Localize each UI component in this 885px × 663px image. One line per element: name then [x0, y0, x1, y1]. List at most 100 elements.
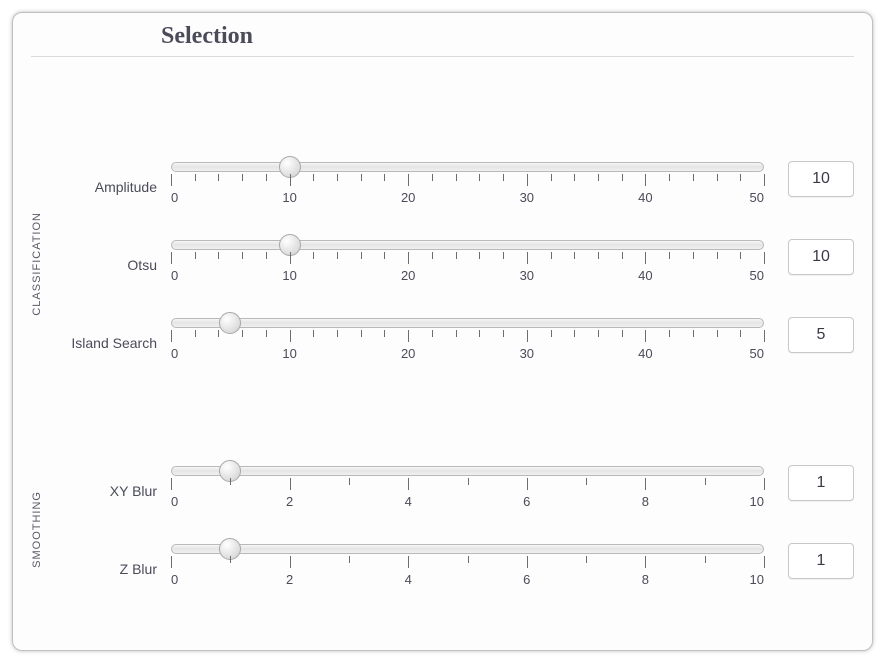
tick-minor	[622, 174, 623, 181]
tick-minor	[574, 252, 575, 259]
tick-minor	[669, 330, 670, 337]
tick-minor	[551, 252, 552, 259]
value-input-otsu[interactable]: 10	[788, 239, 854, 275]
tick-minor	[598, 252, 599, 259]
tick-minor	[266, 330, 267, 337]
slider-ticks: 0246810	[171, 556, 764, 572]
slider-label-otsu: Otsu	[61, 255, 171, 273]
tick-minor	[349, 556, 350, 563]
tick-minor	[242, 252, 243, 259]
tick-major	[645, 478, 646, 490]
tick-minor	[218, 252, 219, 259]
tick-major	[171, 330, 172, 342]
tick-major	[408, 478, 409, 490]
tick-label: 50	[750, 190, 764, 205]
tick-minor	[740, 330, 741, 337]
tick-major	[408, 330, 409, 342]
tick-minor	[503, 174, 504, 181]
slider-otsu[interactable]: 01020304050	[171, 234, 764, 294]
value-input-amplitude[interactable]: 10	[788, 161, 854, 197]
tick-minor	[456, 252, 457, 259]
tick-major	[527, 174, 528, 186]
tick-minor	[740, 174, 741, 181]
tick-label: 30	[520, 190, 534, 205]
tick-label: 40	[638, 346, 652, 361]
tick-minor	[266, 252, 267, 259]
tick-minor	[242, 330, 243, 337]
slider-track[interactable]	[171, 240, 764, 250]
slider-ticks: 01020304050	[171, 330, 764, 346]
tick-minor	[349, 478, 350, 485]
tick-minor	[313, 174, 314, 181]
tick-minor	[622, 330, 623, 337]
tick-major	[171, 174, 172, 186]
tick-major	[408, 556, 409, 568]
tick-minor	[669, 252, 670, 259]
tick-label: 8	[642, 572, 649, 587]
tick-minor	[740, 252, 741, 259]
slider-track[interactable]	[171, 544, 764, 554]
slider-z-blur[interactable]: 0246810	[171, 538, 764, 598]
tick-major	[290, 174, 291, 186]
selection-panel: Selection CLASSIFICATIONAmplitude0102030…	[12, 12, 873, 651]
slider-label-island-search: Island Search	[61, 333, 171, 351]
slider-track[interactable]	[171, 466, 764, 476]
tick-major	[527, 478, 528, 490]
tick-major	[645, 556, 646, 568]
tick-major	[290, 252, 291, 264]
tick-minor	[705, 556, 706, 563]
tick-minor	[622, 252, 623, 259]
tick-minor	[230, 556, 231, 563]
tick-minor	[432, 174, 433, 181]
tick-minor	[432, 330, 433, 337]
value-input-island-search[interactable]: 5	[788, 317, 854, 353]
panel-title: Selection	[161, 23, 854, 50]
tick-major	[764, 556, 765, 568]
tick-minor	[717, 252, 718, 259]
tick-minor	[361, 174, 362, 181]
tick-major	[408, 174, 409, 186]
slider-amplitude[interactable]: 01020304050	[171, 156, 764, 216]
tick-label: 10	[282, 268, 296, 283]
tick-minor	[337, 330, 338, 337]
tick-minor	[479, 174, 480, 181]
tick-label: 20	[401, 346, 415, 361]
slider-row-xy-blur: XY Blur02468101	[61, 451, 854, 529]
slider-ticks: 01020304050	[171, 174, 764, 190]
tick-major	[290, 330, 291, 342]
tick-minor	[384, 330, 385, 337]
tick-label: 40	[638, 190, 652, 205]
tick-minor	[456, 174, 457, 181]
tick-label: 0	[171, 190, 178, 205]
tick-label: 0	[171, 346, 178, 361]
tick-major	[527, 556, 528, 568]
tick-major	[171, 478, 172, 490]
slider-row-z-blur: Z Blur02468101	[61, 529, 854, 607]
tick-minor	[598, 174, 599, 181]
slider-xy-blur[interactable]: 0246810	[171, 460, 764, 520]
slider-label-amplitude: Amplitude	[61, 177, 171, 195]
tick-label: 4	[405, 494, 412, 509]
section-classification: CLASSIFICATIONAmplitude0102030405010Otsu…	[31, 147, 854, 381]
tick-minor	[195, 174, 196, 181]
tick-major	[764, 330, 765, 342]
tick-minor	[230, 478, 231, 485]
slider-track[interactable]	[171, 318, 764, 328]
tick-minor	[574, 330, 575, 337]
tick-minor	[361, 252, 362, 259]
tick-label: 10	[282, 346, 296, 361]
tick-minor	[313, 252, 314, 259]
slider-row-island-search: Island Search01020304050 5	[61, 303, 854, 381]
value-input-z-blur[interactable]: 1	[788, 543, 854, 579]
value-input-xy-blur[interactable]: 1	[788, 465, 854, 501]
slider-track[interactable]	[171, 162, 764, 172]
section-smoothing: SMOOTHINGXY Blur02468101Z Blur02468101	[31, 451, 854, 607]
tick-major	[764, 252, 765, 264]
tick-minor	[266, 174, 267, 181]
tick-minor	[218, 174, 219, 181]
slider-row-amplitude: Amplitude01020304050 10	[61, 147, 854, 225]
tick-minor	[717, 330, 718, 337]
tick-label: 8	[642, 494, 649, 509]
tick-minor	[337, 252, 338, 259]
slider-island-search[interactable]: 01020304050	[171, 312, 764, 372]
